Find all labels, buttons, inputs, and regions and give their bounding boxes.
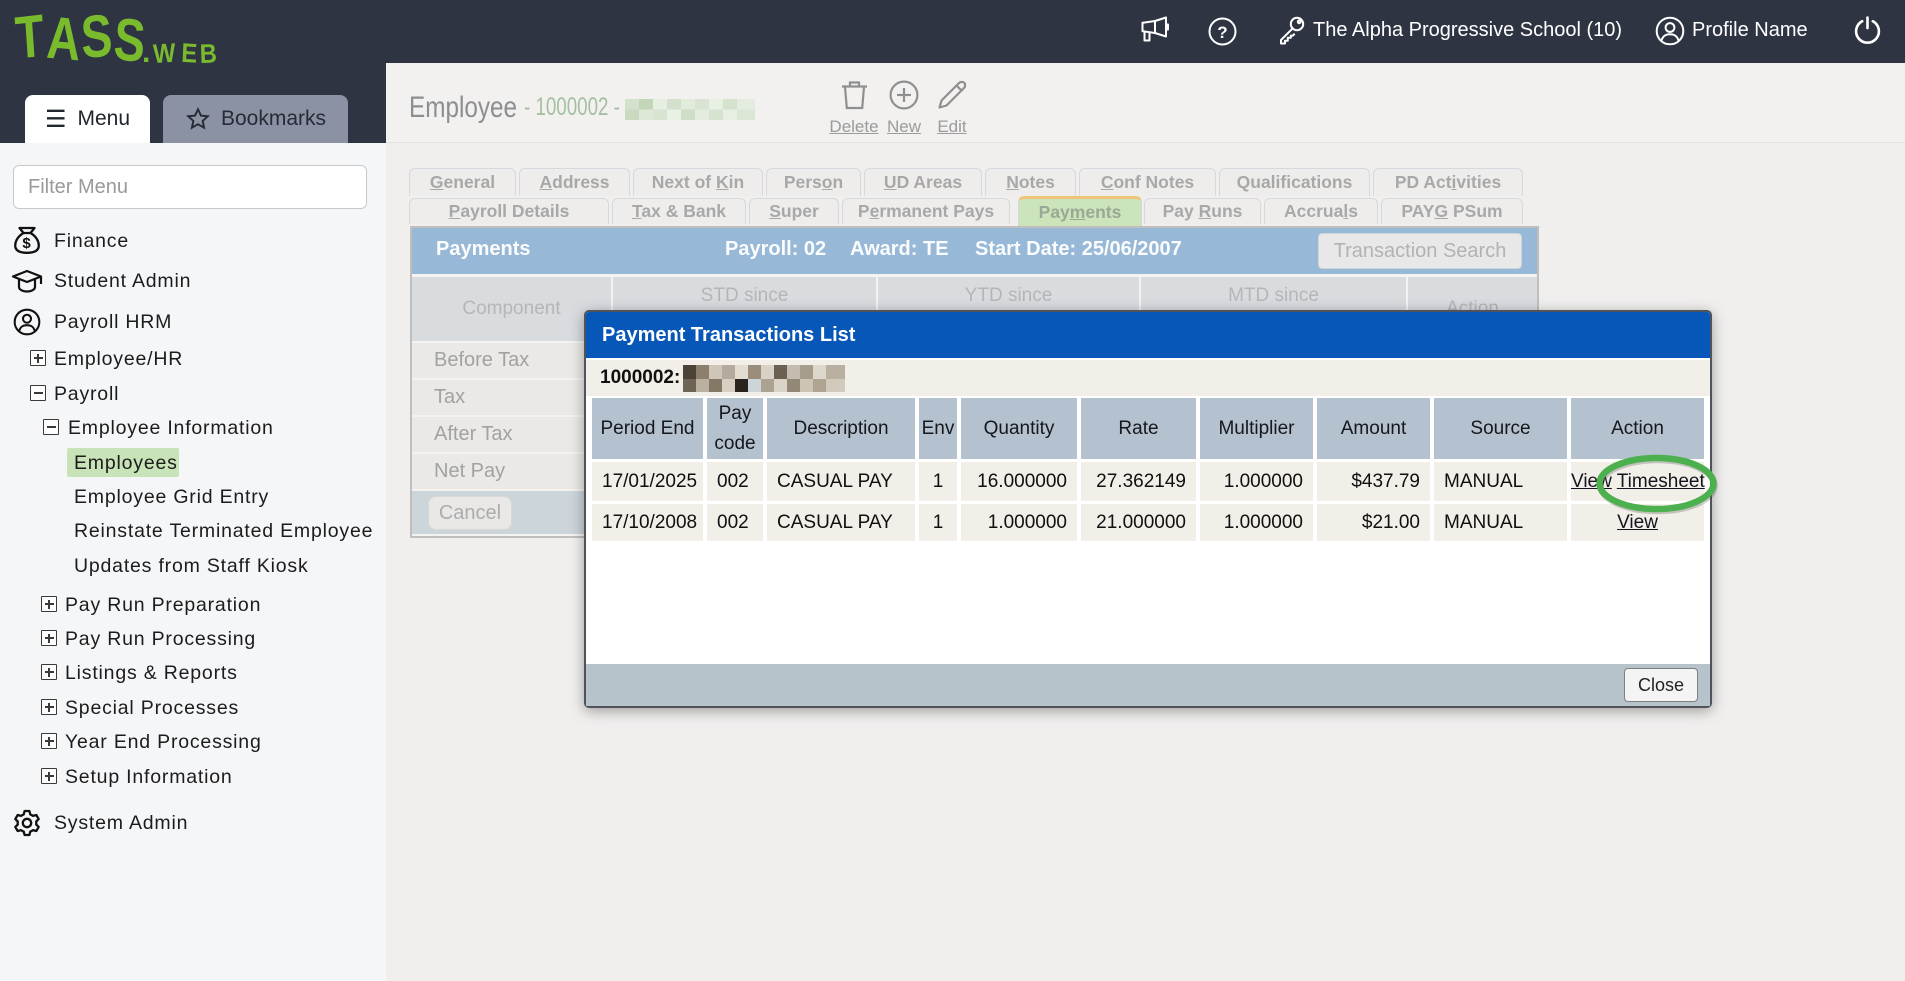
svg-text:S: S [79,2,114,63]
svg-text:$: $ [22,235,31,252]
svg-text:W: W [152,39,176,63]
svg-text:E: E [181,38,198,63]
svg-text:B: B [199,39,217,63]
svg-text:.: . [142,36,150,63]
svg-text:T: T [13,2,46,63]
svg-text:?: ? [1217,23,1227,42]
svg-text:A: A [45,4,82,63]
